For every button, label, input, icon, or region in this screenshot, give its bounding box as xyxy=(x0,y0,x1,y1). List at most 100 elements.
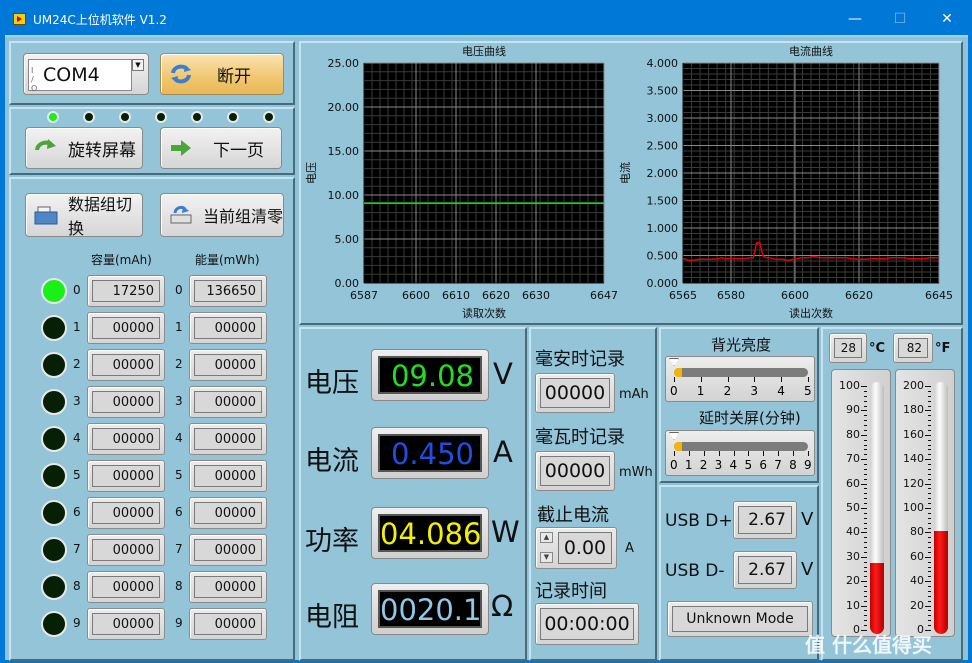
thermometer-scale-label: 20 xyxy=(910,598,924,612)
timeout-slider-track[interactable] xyxy=(674,442,808,451)
dropdown-arrow-icon[interactable]: ▼ xyxy=(132,59,144,71)
next-page-button[interactable]: 下一页 xyxy=(160,127,282,169)
thermometer-minor-tick xyxy=(928,561,931,563)
switch-group-button[interactable]: 数据组切换 xyxy=(25,193,143,238)
thermometer-minor-tick xyxy=(864,405,867,407)
usb-dminus-unit: V xyxy=(801,559,814,580)
thermometer-minor-tick xyxy=(928,498,931,500)
group-index: 2 xyxy=(175,357,183,371)
group-index: 7 xyxy=(73,542,81,556)
increment-arrow-icon[interactable]: ▲ xyxy=(540,532,553,543)
thermometer-tick xyxy=(861,434,867,436)
x-tick-label: 6587 xyxy=(350,289,378,302)
slider-tick-mark xyxy=(688,451,690,456)
thermometer-tick xyxy=(925,605,931,607)
clear-group-button[interactable]: 当前组清零 xyxy=(160,193,284,237)
group-capacity-field: 00000 xyxy=(87,386,165,418)
voltage-display: 09.08 xyxy=(371,349,489,401)
com-port-select[interactable]: I / O COM4 ▼ xyxy=(23,53,149,95)
cutoff-current-value[interactable]: 0.00 xyxy=(558,532,612,564)
group-energy-value: 00000 xyxy=(194,539,262,561)
readings-panel: 电压 09.08 V 电流 0.450 A 功率 04.086 W 电阻 002… xyxy=(299,327,527,661)
group-energy-field: 00000 xyxy=(189,571,267,603)
thermometer-minor-tick xyxy=(864,610,867,612)
usb-dplus-label: USB D+ xyxy=(665,511,733,531)
group-energy-field: 00000 xyxy=(189,534,267,566)
cutoff-current-stepper[interactable]: ▲ ▼ 0.00 xyxy=(535,527,617,569)
thermometer-minor-tick xyxy=(864,493,867,495)
thermometer-minor-tick xyxy=(864,425,867,427)
celsius-mercury xyxy=(870,563,884,634)
fahrenheit-thermometer: 200 180 160 140 120 100 80 60 40 20 0 xyxy=(895,369,955,637)
screen-indicator-led xyxy=(191,111,203,123)
y-tick-label: 1.500 xyxy=(647,195,679,208)
brightness-slider[interactable]: 0 1 2 3 4 5 xyxy=(665,356,815,402)
temperature-panel: 28 °C 82 °F 100 90 80 70 60 50 40 30 20 10 0 200 18… xyxy=(821,327,963,661)
thermometer-minor-tick xyxy=(864,537,867,539)
group-active-led xyxy=(41,500,67,526)
thermometer-minor-tick xyxy=(864,429,867,431)
navigation-panel: 旋转屏幕 下一页 xyxy=(9,107,295,175)
maximize-button[interactable]: ☐ xyxy=(885,8,915,30)
slider-tick-label: 5 xyxy=(804,384,812,398)
thermometer-minor-tick xyxy=(928,420,931,422)
mah-record-label: 毫安时记录 xyxy=(535,349,625,370)
brightness-slider-track[interactable] xyxy=(674,368,808,377)
close-button[interactable]: ✕ xyxy=(932,8,962,30)
x-tick-label: 6600 xyxy=(402,289,430,302)
fahrenheit-field: 82 xyxy=(893,333,933,363)
decrement-arrow-icon[interactable]: ▼ xyxy=(540,552,553,563)
x-tick-label: 6645 xyxy=(925,289,953,302)
thermometer-minor-tick xyxy=(864,595,867,597)
charts-panel: 0.00 5.00 10.00 15.00 20.00 25.00 6587 6600 6610… xyxy=(299,41,963,325)
y-tick-label: 1.000 xyxy=(647,222,679,235)
slider-tick-mark xyxy=(754,377,756,382)
slider-tick-label: 6 xyxy=(759,458,767,472)
thermometer-minor-tick xyxy=(928,620,931,622)
brightness-slider-thumb[interactable] xyxy=(669,358,679,366)
slider-tick-mark xyxy=(674,451,675,456)
x-tick-label: 6580 xyxy=(717,289,745,302)
resistance-unit: Ω xyxy=(491,589,514,623)
slider-tick-label: 3 xyxy=(714,458,723,472)
timeout-slider-thumb[interactable] xyxy=(669,432,679,440)
usb-dplus-value: 2.67 xyxy=(738,506,792,534)
thermometer-scale-label: 100 xyxy=(839,379,860,392)
minimize-button[interactable]: — xyxy=(840,8,870,30)
thermometer-tick xyxy=(925,483,931,485)
rotate-screen-button[interactable]: 旋转屏幕 xyxy=(25,127,143,169)
usb-dminus-value: 2.67 xyxy=(738,556,792,584)
resistance-value: 0020.1 xyxy=(378,590,482,628)
thermometer-minor-tick xyxy=(928,625,931,627)
group-index: 8 xyxy=(73,579,81,593)
thermometer-minor-tick xyxy=(928,522,931,524)
x-tick-label: 6620 xyxy=(482,289,510,302)
slider-tick-label: 0 xyxy=(670,384,678,398)
mah-unit: mAh xyxy=(619,387,649,402)
rotate-arrow-icon xyxy=(34,138,58,158)
thermometer-minor-tick xyxy=(864,571,867,573)
celsius-unit: °C xyxy=(869,341,886,356)
y-axis-label: 电流 xyxy=(618,162,632,184)
slider-tick-mark xyxy=(808,377,809,382)
group-index: 5 xyxy=(175,468,183,482)
slider-tick-label: 3 xyxy=(750,384,759,398)
thermometer-minor-tick xyxy=(864,444,867,446)
screen-indicator-led xyxy=(155,111,167,123)
disconnect-button[interactable]: 断开 xyxy=(160,53,284,95)
group-energy-value: 136650 xyxy=(194,280,262,302)
thermometer-minor-tick xyxy=(864,488,867,490)
title-bar[interactable]: UM24C上位机软件 V1.2 — ☐ ✕ xyxy=(0,0,972,36)
thermometer-minor-tick xyxy=(928,547,931,549)
slider-tick-mark xyxy=(763,451,765,456)
screen-timeout-slider[interactable]: 0123456789 xyxy=(665,430,815,476)
thermometer-scale-label: 60 xyxy=(846,476,860,490)
thermometer-minor-tick xyxy=(928,537,931,539)
timeout-slider-fill xyxy=(674,442,682,451)
group-capacity-value: 00000 xyxy=(92,576,160,598)
current-label: 电流 xyxy=(305,446,359,477)
group-energy-field: 00000 xyxy=(189,460,267,492)
screen-timeout-label: 延时关屏(分钟) xyxy=(699,409,801,427)
group-energy-value: 00000 xyxy=(194,428,262,450)
slider-tick-label: 2 xyxy=(723,384,732,398)
